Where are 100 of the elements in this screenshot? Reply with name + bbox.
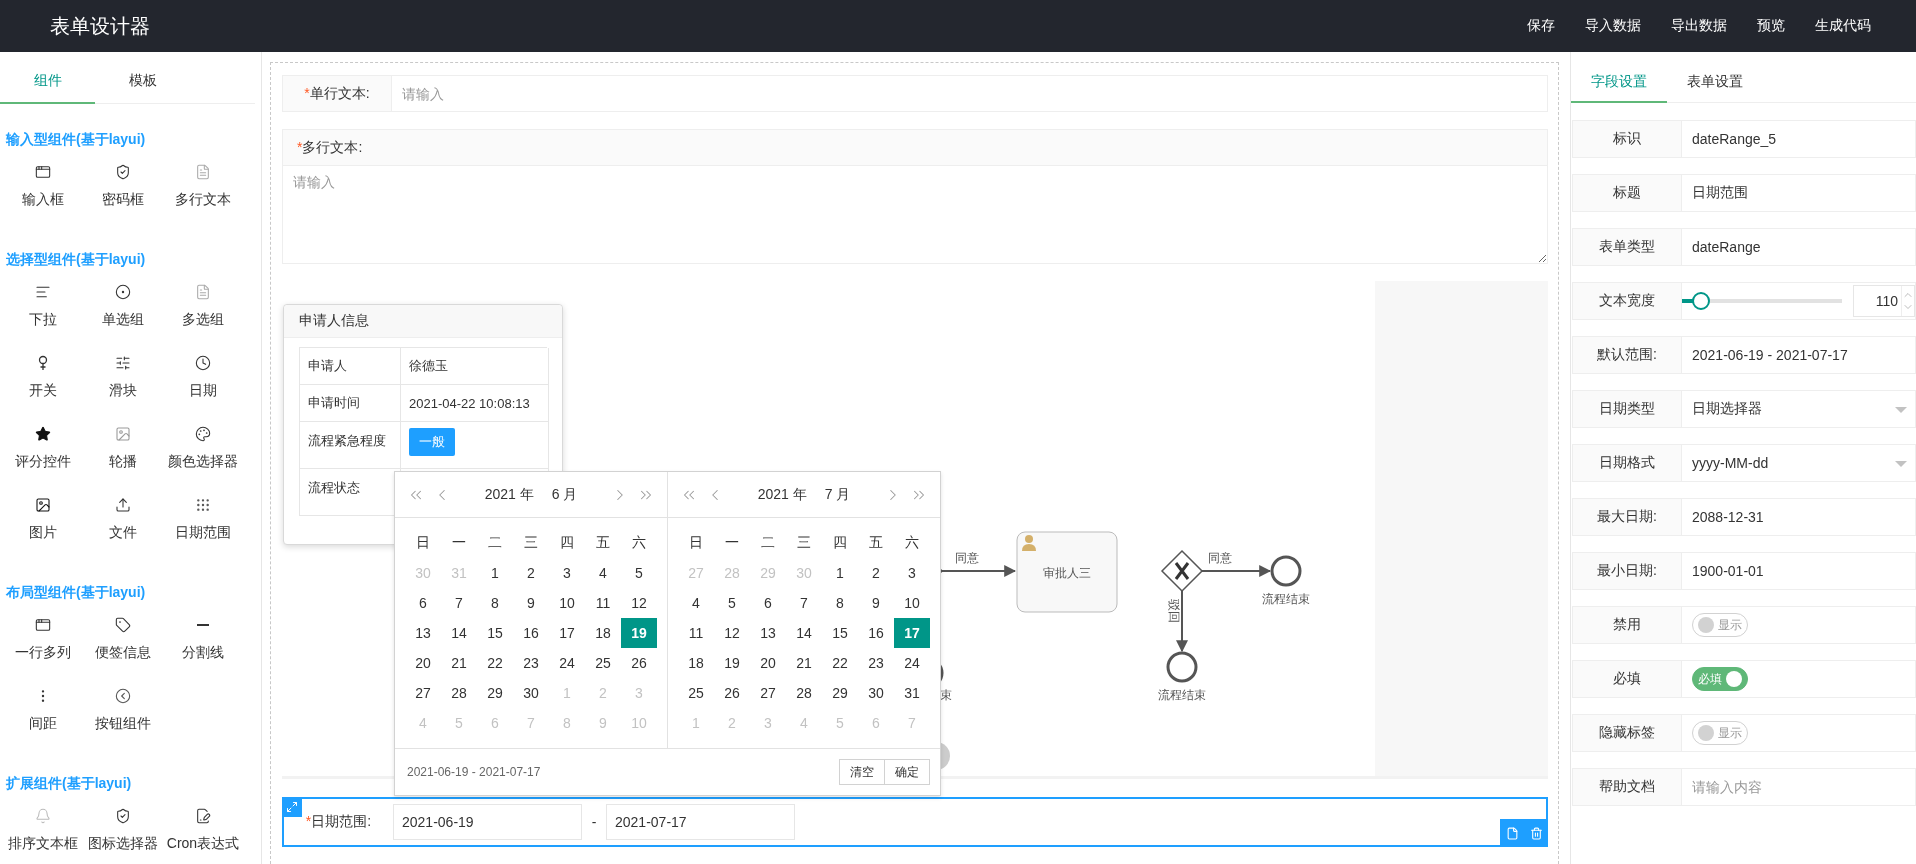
component-item[interactable]: 单选组 — [83, 284, 163, 355]
number-input[interactable]: 110 — [1853, 285, 1915, 317]
calendar-day[interactable]: 14 — [786, 618, 822, 648]
calendar-day[interactable]: 22 — [822, 648, 858, 678]
calendar-day[interactable]: 17 — [894, 618, 930, 648]
calendar-day[interactable]: 22 — [477, 648, 513, 678]
component-item[interactable]: Cron表达式 — [163, 808, 243, 864]
calendar-day[interactable]: 27 — [750, 678, 786, 708]
month-label[interactable]: 6 月 — [551, 485, 578, 504]
calendar-day[interactable]: 1 — [477, 558, 513, 588]
component-item[interactable]: 文件 — [83, 497, 163, 568]
component-item[interactable]: 评分控件 — [3, 426, 83, 497]
calendar-day[interactable]: 24 — [894, 648, 930, 678]
calendar-button[interactable]: 清空 — [839, 759, 885, 785]
calendar-day[interactable]: 12 — [714, 618, 750, 648]
calendar-day[interactable]: 5 — [714, 588, 750, 618]
start-date-input[interactable]: 2021-06-19 — [393, 804, 582, 840]
calendar-day[interactable]: 19 — [621, 618, 657, 648]
select-field[interactable]: 日期选择器 — [1682, 390, 1916, 428]
calendar-day[interactable]: 5 — [621, 558, 657, 588]
text-input[interactable]: 请输入 — [392, 75, 1548, 112]
component-item[interactable]: 多行文本 — [163, 164, 243, 235]
toolbar-link[interactable]: 保存 — [1512, 0, 1570, 52]
year-label[interactable]: 2021 年 — [484, 485, 534, 504]
calendar-day[interactable]: 8 — [822, 588, 858, 618]
calendar-day[interactable]: 7 — [441, 588, 477, 618]
textarea-input[interactable]: 请输入 — [282, 166, 1548, 264]
component-item[interactable]: 日期范围 — [163, 497, 243, 568]
calendar-day[interactable]: 11 — [585, 588, 621, 618]
calendar-day[interactable]: 26 — [714, 678, 750, 708]
calendar-day[interactable]: 13 — [405, 618, 441, 648]
toolbar-link[interactable]: 预览 — [1742, 0, 1800, 52]
calendar-day[interactable]: 16 — [858, 618, 894, 648]
settings-tab[interactable]: 表单设置 — [1667, 62, 1763, 103]
settings-tab[interactable]: 字段设置 — [1571, 62, 1667, 103]
sidebar-tab[interactable]: 组件 — [0, 60, 95, 104]
calendar-day[interactable]: 18 — [678, 648, 714, 678]
calendar-day[interactable]: 10 — [894, 588, 930, 618]
calendar-day[interactable]: 31 — [894, 678, 930, 708]
date-range-row[interactable]: *日期范围: 2021-06-19 - 2021-07-17 — [282, 797, 1548, 847]
component-item[interactable]: 图标选择器 — [83, 808, 163, 864]
calendar-day[interactable]: 24 — [549, 648, 585, 678]
component-item[interactable]: 密码框 — [83, 164, 163, 235]
calendar-day[interactable]: 23 — [858, 648, 894, 678]
calendar-day[interactable]: 8 — [477, 588, 513, 618]
calendar-day[interactable]: 13 — [750, 618, 786, 648]
calendar-day[interactable]: 30 — [513, 678, 549, 708]
calendar-day[interactable]: 3 — [549, 558, 585, 588]
calendar-day[interactable]: 15 — [477, 618, 513, 648]
end-date-input[interactable]: 2021-07-17 — [606, 804, 795, 840]
calendar-day[interactable]: 2 — [858, 558, 894, 588]
component-item[interactable]: 日期 — [163, 355, 243, 426]
calendar-day[interactable]: 21 — [786, 648, 822, 678]
calendar-day[interactable]: 6 — [405, 588, 441, 618]
calendar-day[interactable]: 6 — [750, 588, 786, 618]
calendar-day[interactable]: 1 — [822, 558, 858, 588]
toolbar-link[interactable]: 导出数据 — [1656, 0, 1742, 52]
calendar-day[interactable]: 11 — [678, 618, 714, 648]
component-item[interactable]: 输入框 — [3, 164, 83, 235]
calendar-day[interactable]: 16 — [513, 618, 549, 648]
calendar-day[interactable]: 28 — [786, 678, 822, 708]
calendar-day[interactable]: 12 — [621, 588, 657, 618]
calendar-day[interactable]: 28 — [441, 678, 477, 708]
calendar-day[interactable]: 26 — [621, 648, 657, 678]
calendar-day[interactable]: 20 — [405, 648, 441, 678]
calendar-day[interactable]: 25 — [678, 678, 714, 708]
component-item[interactable]: 排序文本框 — [3, 808, 83, 864]
year-label[interactable]: 2021 年 — [757, 485, 807, 504]
component-item[interactable]: 便签信息 — [83, 617, 163, 688]
calendar-day[interactable]: 20 — [750, 648, 786, 678]
component-item[interactable]: 颜色选择器 — [163, 426, 243, 497]
component-item[interactable]: 一行多列 — [3, 617, 83, 688]
calendar-day[interactable]: 18 — [585, 618, 621, 648]
component-item[interactable]: 下拉 — [3, 284, 83, 355]
component-item[interactable]: 图片 — [3, 497, 83, 568]
calendar-day[interactable]: 2 — [513, 558, 549, 588]
calendar-day[interactable]: 17 — [549, 618, 585, 648]
calendar-day[interactable]: 4 — [678, 588, 714, 618]
calendar-day[interactable]: 27 — [405, 678, 441, 708]
component-item[interactable]: 按钮组件 — [83, 688, 163, 759]
component-item[interactable]: 开关 — [3, 355, 83, 426]
calendar-day[interactable]: 29 — [477, 678, 513, 708]
calendar-day[interactable]: 21 — [441, 648, 477, 678]
component-item[interactable]: 多选组 — [163, 284, 243, 355]
component-item[interactable]: 分割线 — [163, 617, 243, 688]
component-item[interactable]: 滑块 — [83, 355, 163, 426]
select-field[interactable]: yyyy-MM-dd — [1682, 444, 1916, 482]
calendar-day[interactable]: 9 — [858, 588, 894, 618]
component-item[interactable]: 轮播 — [83, 426, 163, 497]
calendar-day[interactable]: 3 — [894, 558, 930, 588]
toolbar-link[interactable]: 导入数据 — [1570, 0, 1656, 52]
calendar-day[interactable]: 29 — [822, 678, 858, 708]
calendar-day[interactable]: 7 — [786, 588, 822, 618]
calendar-day[interactable]: 19 — [714, 648, 750, 678]
sidebar-tab[interactable]: 模板 — [95, 60, 190, 104]
calendar-day[interactable]: 15 — [822, 618, 858, 648]
calendar-day[interactable]: 4 — [585, 558, 621, 588]
calendar-day[interactable]: 10 — [549, 588, 585, 618]
toolbar-link[interactable]: 生成代码 — [1800, 0, 1886, 52]
calendar-button[interactable]: 确定 — [885, 759, 930, 785]
